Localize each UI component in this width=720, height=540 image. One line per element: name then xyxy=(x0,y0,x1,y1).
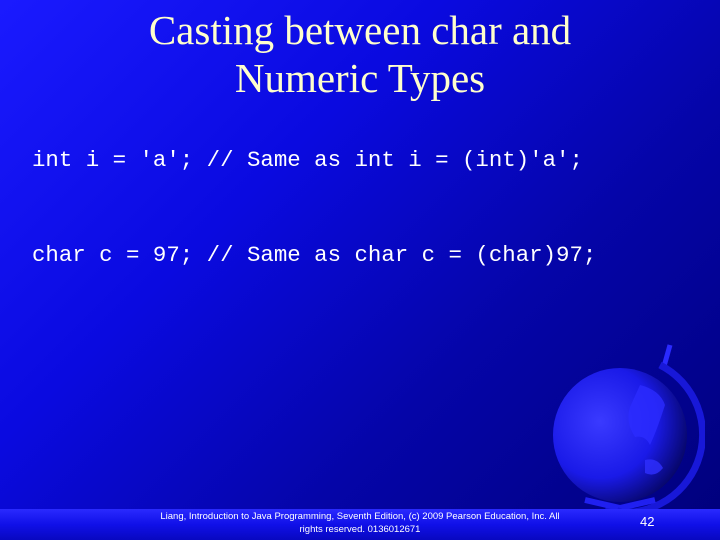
slide-title: Casting between char and Numeric Types xyxy=(0,6,720,102)
title-line-1: Casting between char and xyxy=(148,7,572,53)
title-line-2: Numeric Types xyxy=(234,55,486,101)
slide: Casting between char and Numeric Types i… xyxy=(0,0,720,540)
globe-icon xyxy=(553,344,705,519)
page-number: 42 xyxy=(640,514,655,529)
footer-line-1: Liang, Introduction to Java Programming,… xyxy=(160,511,560,522)
footer-line-2: rights reserved. 0136012671 xyxy=(299,524,421,535)
footer-copyright: Liang, Introduction to Java Programming,… xyxy=(140,510,580,536)
code-line-2: char c = 97; // Same as char c = (char)9… xyxy=(32,242,597,268)
code-line-1: int i = 'a'; // Same as int i = (int)'a'… xyxy=(32,147,583,173)
